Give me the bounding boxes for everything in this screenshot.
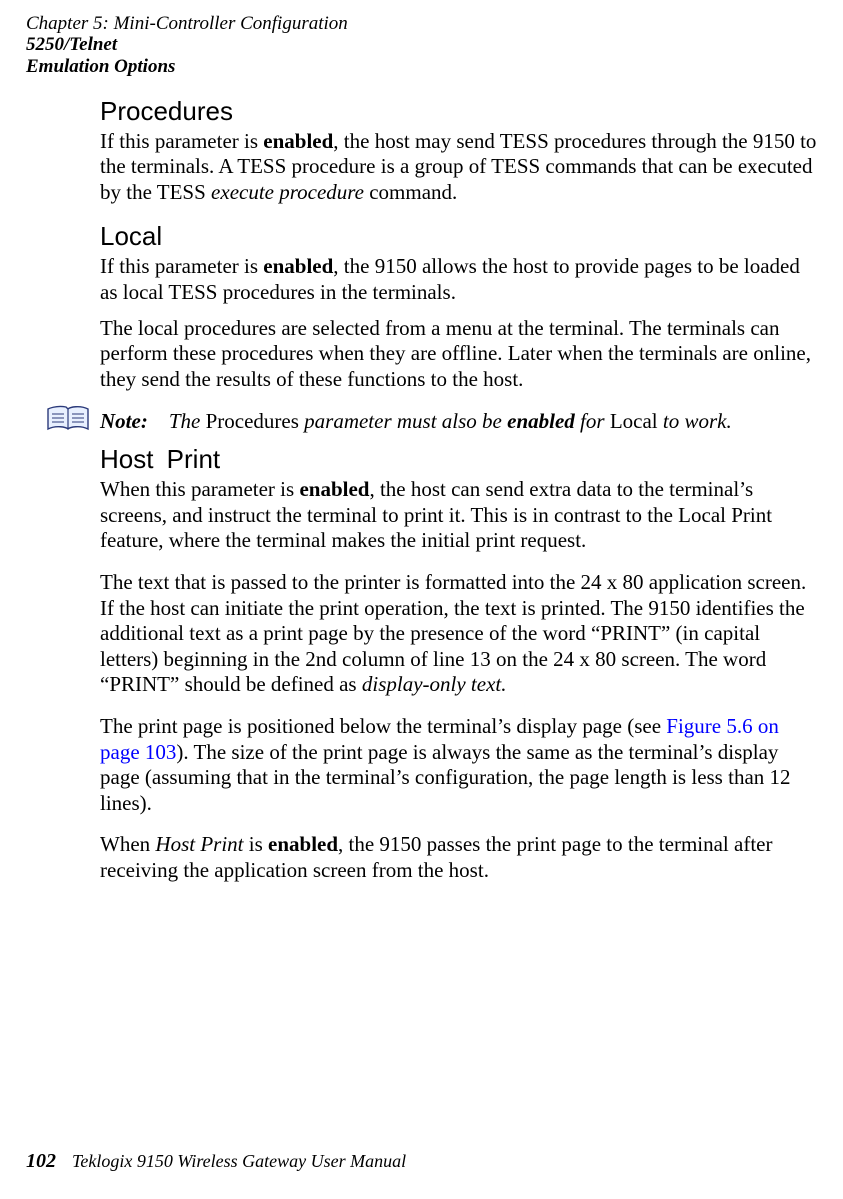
note-block: Note: The Procedures parameter must also… [100, 409, 817, 435]
text: for [575, 409, 610, 433]
text: The [169, 409, 206, 433]
manual-title: Teklogix 9150 Wireless Gateway User Manu… [72, 1151, 406, 1171]
content-area: Procedures If this parameter is enabled,… [100, 96, 817, 884]
hostprint-paragraph-1: When this parameter is enabled, the host… [100, 477, 817, 554]
text: parameter must also be [299, 409, 507, 433]
text-bold: enabled [268, 832, 338, 856]
text: is [244, 832, 269, 856]
text: When this parameter is [100, 477, 299, 501]
note-label: Note: [100, 409, 148, 433]
text: to work. [658, 409, 732, 433]
heading-local: Local [100, 221, 817, 252]
heading-procedures: Procedures [100, 96, 817, 127]
header-section-line1: 5250/Telnet [26, 34, 817, 56]
text-italic: execute procedure [211, 180, 364, 204]
local-paragraph-1: If this parameter is enabled, the 9150 a… [100, 254, 817, 305]
running-header: Chapter 5: Mini-Controller Configuration… [26, 14, 817, 78]
text-bold: enabled [263, 129, 333, 153]
text-upright: Local [610, 409, 658, 433]
book-icon [46, 405, 90, 435]
text-bold: enabled [263, 254, 333, 278]
text: command. [364, 180, 457, 204]
text-upright: Procedures [206, 409, 299, 433]
text: When [100, 832, 155, 856]
text-italic: Host Print [155, 832, 243, 856]
text: The print page is positioned below the t… [100, 714, 666, 738]
note-text: Note: The Procedures parameter must also… [100, 409, 817, 435]
heading-host-print: Host Print [100, 444, 817, 475]
local-paragraph-2: The local procedures are selected from a… [100, 316, 817, 393]
text: ). The size of the print page is always … [100, 740, 791, 815]
procedures-paragraph: If this parameter is enabled, the host m… [100, 129, 817, 206]
header-chapter: Chapter 5: Mini-Controller Configuration [26, 14, 817, 34]
page-number: 102 [26, 1150, 72, 1172]
text-bold: enabled [299, 477, 369, 501]
page: Chapter 5: Mini-Controller Configuration… [0, 0, 843, 1199]
text-italic: display-only text. [362, 672, 507, 696]
hostprint-paragraph-4: When Host Print is enabled, the 9150 pas… [100, 832, 817, 883]
text: If this parameter is [100, 254, 263, 278]
footer: 102Teklogix 9150 Wireless Gateway User M… [26, 1150, 406, 1173]
text-bold-italic: enabled [507, 409, 575, 433]
text: If this parameter is [100, 129, 263, 153]
header-section-line2: Emulation Options [26, 56, 817, 78]
hostprint-paragraph-3: The print page is positioned below the t… [100, 714, 817, 816]
hostprint-paragraph-2: The text that is passed to the printer i… [100, 570, 817, 698]
